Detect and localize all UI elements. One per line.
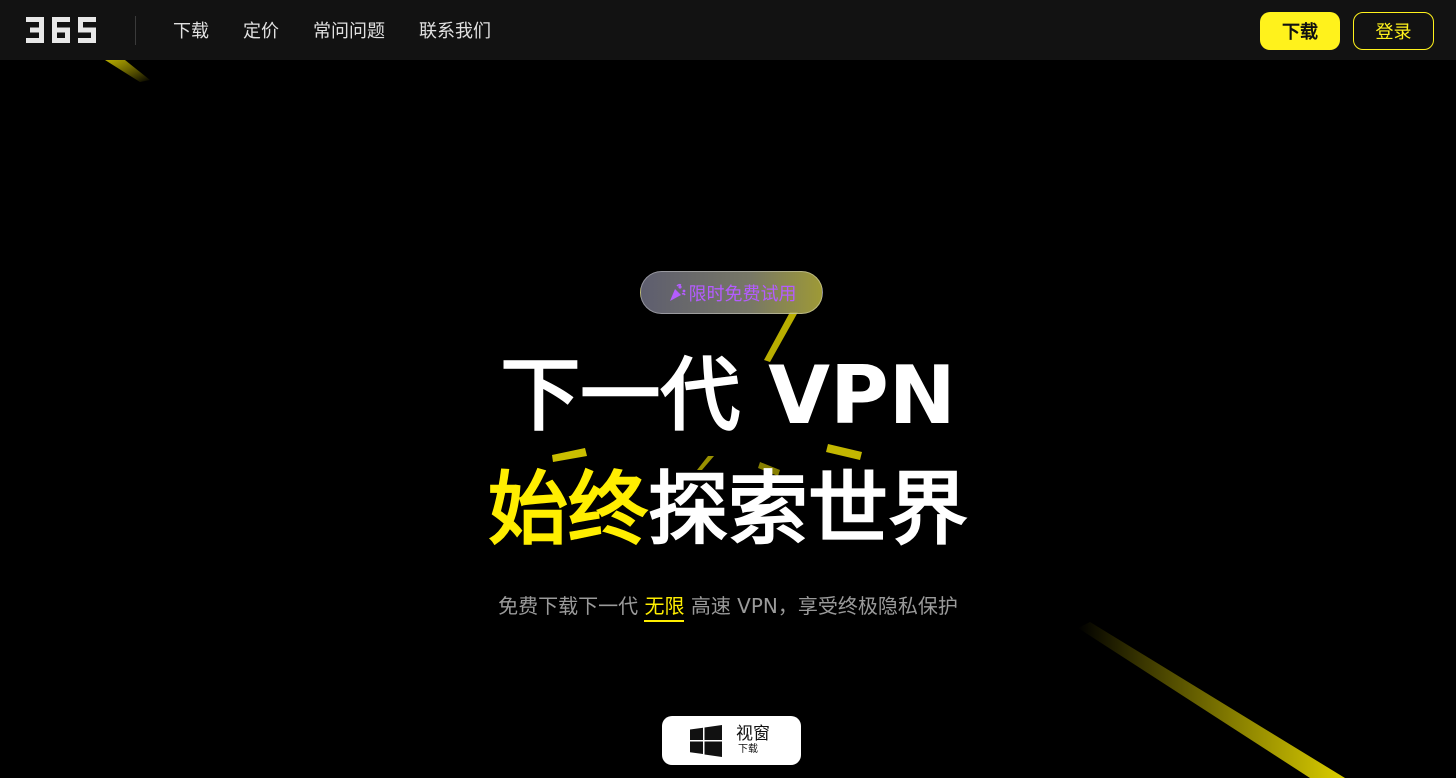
free-trial-badge[interactable]: 限时免费试用 [640,271,823,314]
windows-button-label: 视窗 [736,724,770,744]
header-divider [135,16,136,45]
nav-contact[interactable]: 联系我们 [419,17,491,43]
hero-subtitle: 免费下载下一代 无限 高速 VPN，享受终极隐私保护 [0,592,1456,622]
hero-title-highlight: 始终 [488,463,648,556]
main-nav: 下载 定价 常问问题 联系我们 [173,0,525,60]
badge-label: 限时免费试用 [688,283,797,305]
subtitle-post: 高速 VPN，享受终极隐私保护 [684,594,958,618]
hero-title-rest: 探索世界 [648,463,968,556]
hero-title-line1: 下一代 VPN [500,349,956,442]
login-button[interactable]: 登录 [1353,12,1434,50]
windows-button-sublabel: 下载 [738,744,758,755]
windows-icon [690,725,722,757]
subtitle-pre: 免费下载下一代 [498,594,645,618]
nav-download[interactable]: 下载 [173,17,209,43]
page: 下载 定价 常问问题 联系我们 下载 登录 限时免费试用 下一代 VPN 始终探… [0,0,1456,778]
download-button[interactable]: 下载 [1260,12,1340,50]
windows-download-button[interactable]: 视窗 下载 [662,716,801,765]
party-popper-icon [669,283,686,301]
nav-faq[interactable]: 常问问题 [313,17,385,43]
logo-365[interactable] [26,17,98,43]
hero-title-line2: 始终探索世界 [0,460,1456,560]
nav-pricing[interactable]: 定价 [243,17,279,43]
subtitle-highlight: 无限 [644,594,685,622]
top-navbar: 下载 定价 常问问题 联系我们 下载 登录 [0,0,1456,60]
